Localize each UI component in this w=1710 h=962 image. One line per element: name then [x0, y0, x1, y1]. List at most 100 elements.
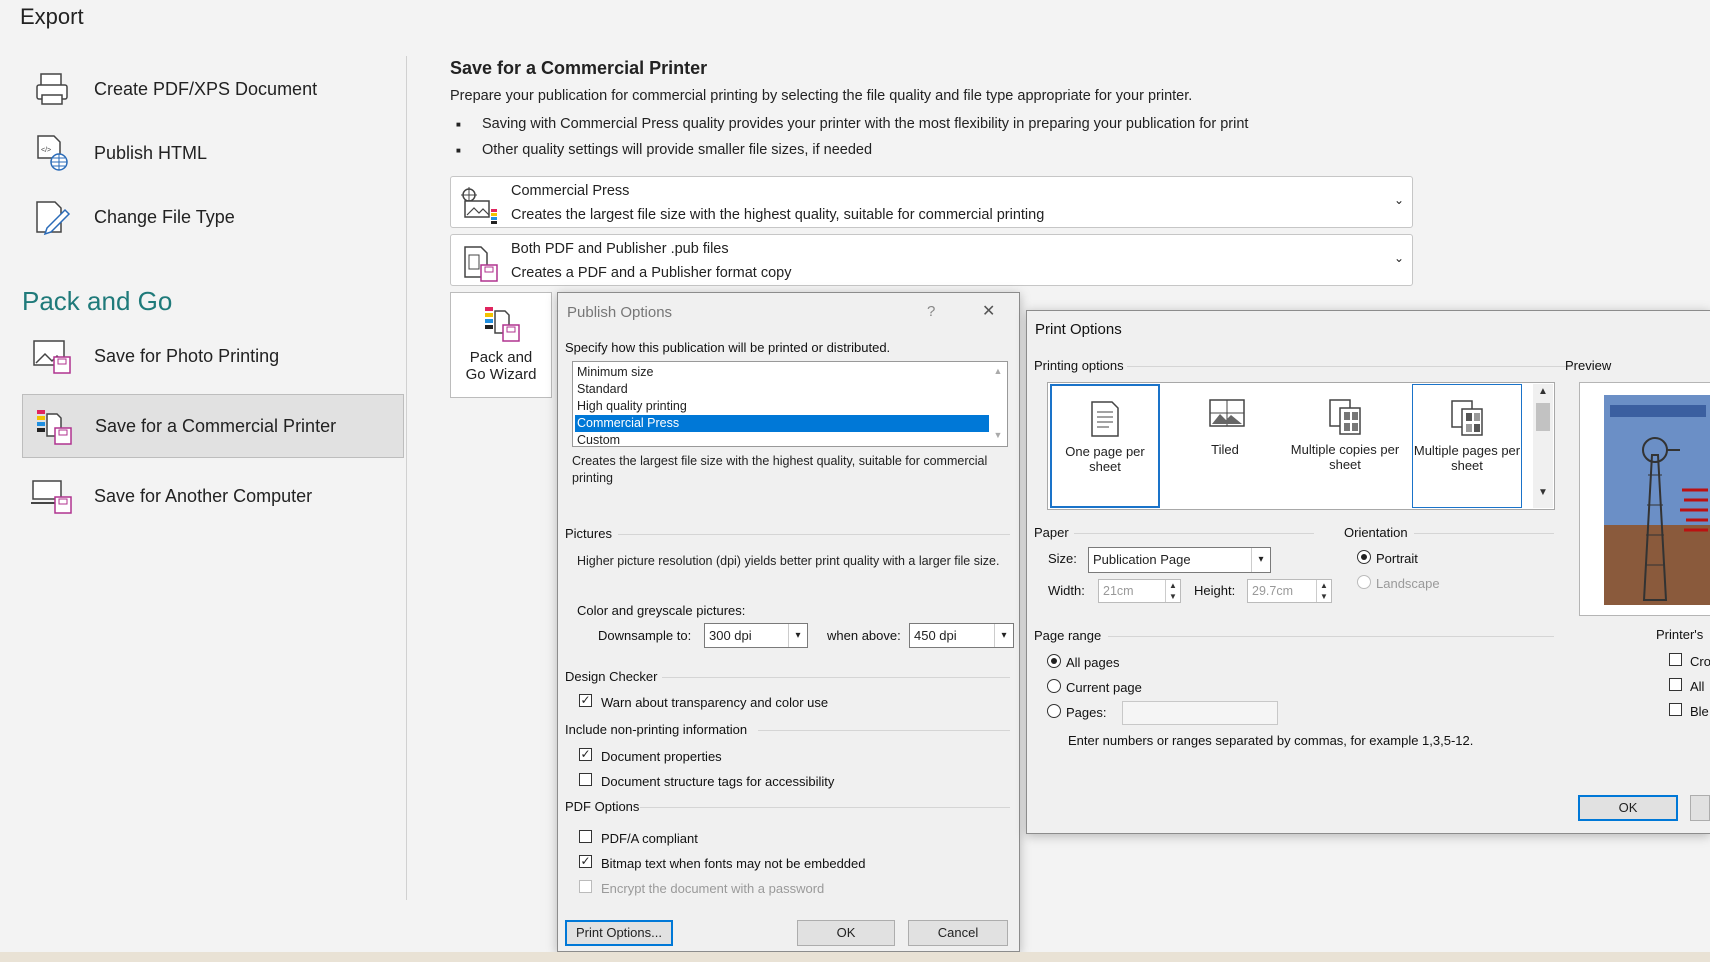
wizard-label: Pack and: [469, 349, 533, 366]
multiple-copies-icon: [1328, 398, 1362, 436]
print-options-button[interactable]: Print Options...: [565, 920, 673, 946]
printer-icon: [30, 67, 74, 111]
tile-tiled[interactable]: Tiled: [1170, 384, 1280, 508]
listbox-scrollbar[interactable]: ▲ ▼: [989, 362, 1007, 446]
bullet-item: Saving with Commercial Press quality pro…: [456, 116, 1248, 132]
group-divider: [1127, 366, 1575, 367]
spinner-arrows-icon[interactable]: ▲ ▼: [1316, 580, 1331, 602]
pack-go-icon: [481, 305, 521, 345]
nav-save-photo-printing[interactable]: Save for Photo Printing: [22, 324, 404, 388]
printing-options-label: Printing options: [1034, 358, 1124, 373]
width-spinner[interactable]: 21cm ▲ ▼: [1098, 579, 1181, 603]
doc-structure-checkbox[interactable]: [579, 773, 592, 786]
height-spinner[interactable]: 29.7cm ▲ ▼: [1247, 579, 1332, 603]
photo-save-icon: [30, 334, 74, 378]
nav-publish-html[interactable]: </> Publish HTML: [22, 121, 404, 185]
scrollbar-thumb[interactable]: [1536, 403, 1550, 431]
pdfa-checkbox[interactable]: [579, 830, 592, 843]
group-divider: [758, 730, 1010, 731]
help-icon[interactable]: ?: [927, 303, 935, 320]
doc-structure-label: Document structure tags for accessibilit…: [601, 774, 835, 789]
commercial-printer-icon: [31, 404, 75, 448]
list-item[interactable]: Custom: [575, 432, 989, 449]
list-item[interactable]: Minimum size: [575, 364, 989, 381]
chevron-down-icon: ⌄: [1393, 193, 1404, 207]
quality-dropdown[interactable]: Commercial Press Creates the largest fil…: [450, 176, 1413, 228]
width-value: 21cm: [1103, 584, 1134, 598]
tile-multiple-copies[interactable]: Multiple copies per sheet: [1290, 384, 1400, 508]
group-divider: [640, 807, 1010, 808]
portrait-label: Portrait: [1376, 551, 1418, 566]
pages-input[interactable]: [1122, 701, 1278, 725]
portrait-radio[interactable]: [1357, 550, 1371, 564]
printer-mark-checkbox[interactable]: [1669, 678, 1682, 691]
nav-divider: [406, 56, 407, 900]
size-label: Size:: [1048, 551, 1077, 566]
doc-properties-checkbox[interactable]: ✓: [579, 748, 592, 761]
printer-mark-checkbox[interactable]: [1669, 703, 1682, 716]
design-checker-label: Design Checker: [565, 669, 658, 684]
nav-item-label: Publish HTML: [94, 142, 208, 163]
nav-item-label: Save for Another Computer: [94, 485, 313, 506]
group-divider: [1074, 533, 1314, 534]
filetype-dropdown[interactable]: Both PDF and Publisher .pub files Create…: [450, 234, 1413, 286]
nav-item-label: Change File Type: [94, 206, 235, 227]
list-item-selected[interactable]: Commercial Press: [575, 415, 989, 432]
nav-save-commercial-printer[interactable]: Save for a Commercial Printer: [22, 394, 404, 458]
tile-one-page-per-sheet[interactable]: One page per sheet: [1050, 384, 1160, 508]
paper-size-select[interactable]: Publication Page ▾: [1088, 547, 1271, 573]
nav-create-pdf-xps[interactable]: Create PDF/XPS Document: [22, 57, 404, 121]
wizard-label: Go Wizard: [465, 366, 537, 383]
nav-save-another-computer[interactable]: Save for Another Computer: [22, 464, 404, 528]
printer-mark-label: Cro: [1690, 654, 1710, 669]
dialog-title: Publish Options: [567, 304, 673, 321]
landscape-radio: [1357, 575, 1371, 589]
chevron-down-icon: ▾: [788, 624, 807, 647]
list-item[interactable]: Standard: [575, 381, 989, 398]
all-pages-label: All pages: [1066, 655, 1120, 670]
print-ok-button[interactable]: OK: [1578, 795, 1678, 821]
gallery-scrollbar[interactable]: ▲ ▼: [1533, 384, 1553, 508]
pages-radio[interactable]: [1047, 704, 1061, 718]
pack-and-go-heading: Pack and Go: [22, 286, 173, 316]
current-page-radio[interactable]: [1047, 679, 1061, 693]
pages-label: Pages:: [1066, 705, 1107, 720]
quality-listbox[interactable]: Minimum size Standard High quality print…: [572, 361, 1008, 447]
all-pages-radio[interactable]: [1047, 654, 1061, 668]
print-cancel-button[interactable]: [1690, 795, 1710, 821]
printer-mark-label: All: [1690, 679, 1705, 694]
height-label: Height:: [1194, 583, 1236, 598]
tile-label: Multiple pages per sheet: [1413, 443, 1521, 473]
nav-change-file-type[interactable]: Change File Type: [22, 185, 404, 249]
pictures-label: Pictures: [565, 526, 612, 541]
selected-description: Creates the largest file size with the h…: [572, 454, 988, 485]
close-icon[interactable]: ✕: [982, 301, 995, 321]
spinner-arrows-icon[interactable]: ▲ ▼: [1165, 580, 1180, 602]
ok-button[interactable]: OK: [797, 920, 895, 946]
tile-multiple-pages[interactable]: Multiple pages per sheet: [1412, 384, 1522, 508]
warn-transparency-checkbox[interactable]: ✓: [579, 694, 592, 707]
publish-options-dialog: Publish Options ? ✕ Specify how this pub…: [557, 292, 1020, 952]
pack-and-go-wizard-button[interactable]: Pack and Go Wizard: [450, 292, 552, 398]
cancel-button[interactable]: Cancel: [908, 920, 1008, 946]
when-above-label: when above:: [827, 628, 901, 643]
group-divider: [1108, 636, 1554, 637]
current-page-label: Current page: [1066, 680, 1142, 695]
color-pictures-label: Color and greyscale pictures:: [577, 603, 746, 618]
nav-item-label: Save for a Commercial Printer: [95, 415, 337, 436]
paper-size-value: Publication Page: [1093, 552, 1191, 567]
svg-text:</>: </>: [41, 147, 51, 154]
list-item[interactable]: High quality printing: [575, 398, 989, 415]
printer-mark-checkbox[interactable]: [1669, 653, 1682, 666]
downsample-select[interactable]: 300 dpi ▾: [704, 623, 808, 648]
nav-item-label: Create PDF/XPS Document: [94, 78, 318, 99]
warn-transparency-label: Warn about transparency and color use: [601, 695, 829, 710]
tile-label: Tiled: [1211, 442, 1239, 457]
doc-properties-label: Document properties: [601, 749, 722, 764]
specify-label: Specify how this publication will be pri…: [565, 340, 891, 355]
single-page-icon: [1088, 400, 1122, 438]
when-above-select[interactable]: 450 dpi ▾: [909, 623, 1014, 648]
bitmap-text-checkbox[interactable]: ✓: [579, 855, 592, 868]
computer-save-icon: [30, 474, 74, 518]
downsample-label: Downsample to:: [598, 628, 692, 643]
